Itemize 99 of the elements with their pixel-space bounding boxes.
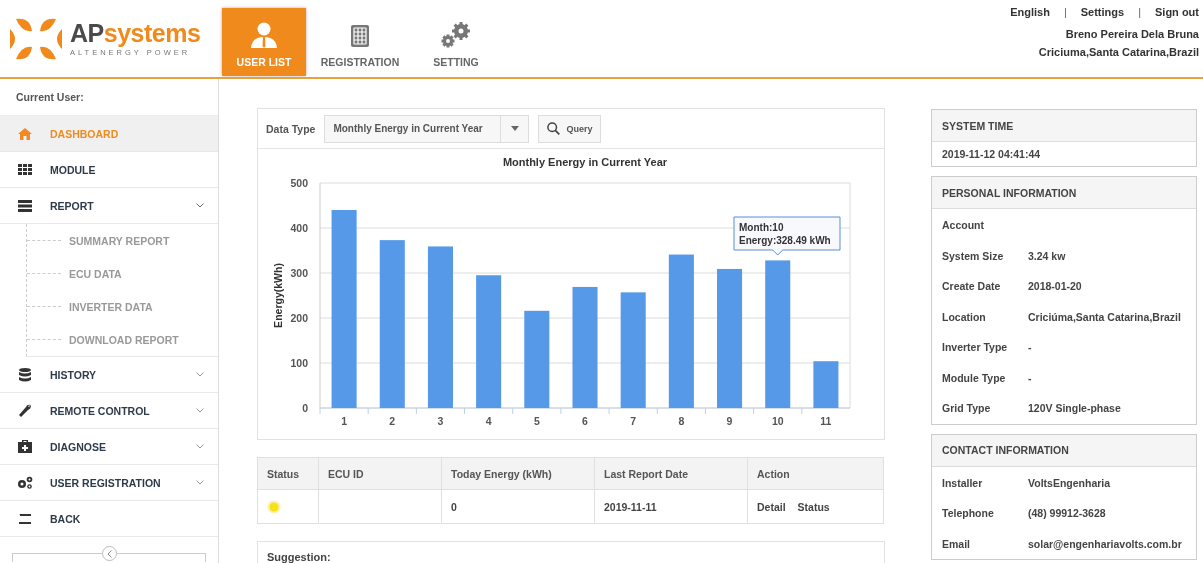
y-axis-label: 200 (290, 312, 308, 324)
field-value: - (1028, 341, 1032, 354)
user-name: Breno Pereira Dela Bruna (1064, 28, 1199, 40)
chart-bar[interactable] (765, 260, 791, 408)
action-link[interactable]: Detail (757, 500, 786, 513)
query-button[interactable]: Query (538, 114, 602, 143)
y-axis-label: 100 (290, 357, 308, 369)
chart-bar[interactable] (331, 210, 357, 408)
field-value: 2018-01-20 (1028, 280, 1082, 293)
chart-bar[interactable] (524, 310, 550, 408)
chevron-left-icon (106, 549, 112, 558)
logo-icon (8, 16, 64, 61)
x-axis-label: 8 (678, 415, 685, 427)
y-axis-title: Energy(kWh) (272, 263, 284, 328)
field-label: System Size (942, 249, 1005, 262)
sidebar-item[interactable]: MODULE (0, 152, 218, 188)
system-time-value: 2019-11-12 04:41:44 (942, 148, 1041, 160)
column-header: ECU ID (318, 457, 442, 490)
panel-title: SYSTEM TIME (942, 119, 1014, 132)
home-icon (18, 127, 32, 140)
header-link[interactable]: Settings (1080, 6, 1125, 18)
chart-bar[interactable] (379, 240, 405, 408)
sidebar-item[interactable]: REPORT (0, 188, 218, 224)
data-type-label: Data Type (266, 122, 316, 135)
database-icon (19, 367, 31, 382)
chart-bar[interactable] (717, 268, 743, 408)
header-link[interactable]: Sign out (1155, 6, 1199, 18)
x-axis-label: 1 (341, 415, 347, 427)
x-axis-label: 4 (485, 415, 492, 427)
field-label: Location (942, 310, 987, 323)
chart-bar[interactable] (476, 275, 502, 408)
field-label: Telephone (942, 507, 995, 520)
field-value: Criciúma,Santa Catarina,Brazil (1028, 310, 1181, 323)
field-value: 120V Single-phase (1028, 402, 1121, 415)
x-axis-label: 2 (389, 415, 396, 427)
sidebar-item[interactable]: BACK (0, 501, 218, 537)
field-label: Inverter Type (942, 341, 1009, 354)
user-icon (250, 22, 278, 48)
field-value: VoltsEngenharia (1028, 476, 1111, 489)
brand-name: APsystems (70, 20, 201, 46)
x-axis-label: 3 (437, 415, 444, 427)
field-value: (48) 99912-3628 (1028, 507, 1106, 520)
action-link[interactable]: Status (797, 500, 830, 513)
solar-panel-icon (350, 24, 370, 48)
y-axis-label: 400 (290, 222, 308, 234)
link-separator: | (1138, 6, 1141, 18)
x-axis-label: 7 (630, 415, 637, 427)
link-separator: | (1063, 6, 1067, 18)
chart-bar[interactable] (427, 246, 453, 408)
field-value: 3.24 kw (1028, 249, 1066, 262)
current-user-label: Current User: (16, 91, 84, 103)
sidebar-item[interactable]: DIAGNOSE (0, 429, 218, 465)
user-location: Criciuma,Santa Catarina,Brazil (1037, 46, 1199, 58)
gears-icon (17, 476, 33, 489)
wrench-icon (18, 403, 32, 418)
field-label: Grid Type (942, 402, 992, 415)
chart-bar[interactable] (813, 361, 839, 408)
medical-kit-icon (18, 440, 32, 453)
y-axis-label: 0 (302, 402, 308, 414)
chart-bar[interactable] (620, 292, 646, 408)
column-header: Today Energy (kWh) (441, 457, 595, 490)
y-axis-label: 300 (290, 267, 308, 279)
x-axis-label: 11 (820, 415, 832, 427)
dropdown-caret-icon (510, 126, 519, 131)
field-label: Create Date (942, 280, 1002, 293)
column-header: Last Report Date (594, 457, 748, 490)
header-link[interactable]: English (1010, 6, 1050, 18)
table-cell: 2019-11-11 (594, 489, 748, 524)
sidebar-item[interactable]: REMOTE CONTROL (0, 393, 218, 429)
gears-icon (440, 22, 472, 48)
field-label: Account (942, 219, 985, 232)
grid-icon (18, 164, 32, 175)
search-icon (547, 122, 561, 135)
column-header: Status (257, 457, 319, 490)
x-axis-label: 6 (582, 415, 588, 427)
field-value: - (1028, 371, 1032, 384)
chart-bar[interactable] (668, 254, 694, 408)
panel-title: PERSONAL INFORMATION (942, 186, 1077, 199)
column-header: Action (747, 457, 884, 490)
chart-bar[interactable] (572, 286, 598, 408)
tooltip-text: Month:10 (739, 222, 784, 233)
field-label: Installer (942, 476, 984, 489)
sidebar-item[interactable]: USER REGISTRATION (0, 465, 218, 501)
server-icon (18, 199, 32, 212)
x-axis-label: 5 (533, 415, 540, 427)
tooltip-text: Energy:328.49 kWh (739, 235, 831, 246)
table-cell: 0 (441, 489, 595, 524)
y-axis-label: 500 (290, 177, 308, 189)
panel-title: CONTACT INFORMATION (942, 444, 1069, 456)
x-axis-label: 9 (726, 415, 733, 427)
chart-title: Monthly Energy in Current Year (502, 156, 668, 168)
suggestion-title: Suggestion: (267, 551, 331, 563)
sidebar-item[interactable]: HISTORY (0, 357, 218, 393)
field-label: Email (942, 537, 971, 550)
data-type-dropdown[interactable]: Monthly Energy in Current Year (324, 114, 530, 143)
field-value: solar@engenhariavolts.com.br (1028, 537, 1182, 550)
field-label: Module Type (942, 371, 1007, 384)
collapse-button[interactable] (101, 546, 117, 561)
x-axis-label: 10 (771, 415, 784, 427)
